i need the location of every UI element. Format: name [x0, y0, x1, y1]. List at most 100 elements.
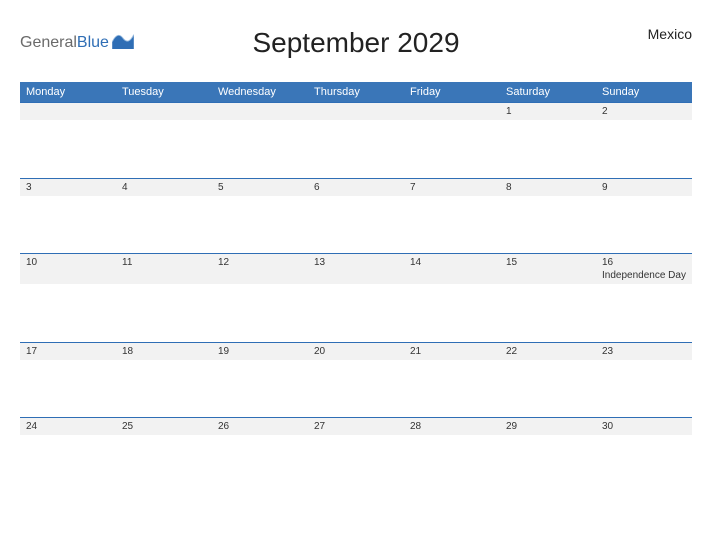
calendar-day-cell: 20	[308, 342, 404, 360]
spacer-cell	[596, 435, 692, 479]
calendar-day-cell: 21	[404, 342, 500, 360]
spacer-cell	[116, 360, 212, 418]
spacer-cell	[212, 435, 308, 479]
brand-part2: Blue	[77, 34, 109, 52]
country-label: Mexico	[648, 26, 692, 42]
calendar-day-cell: 4	[116, 178, 212, 196]
calendar-day-cell: 17	[20, 342, 116, 360]
spacer-cell	[404, 120, 500, 178]
day-number: 9	[602, 182, 686, 193]
day-number: 28	[410, 421, 494, 432]
calendar-day-cell	[20, 103, 116, 121]
calendar-day-cell: 24	[20, 418, 116, 436]
spacer-cell	[500, 120, 596, 178]
calendar-day-cell	[212, 103, 308, 121]
logo-swoosh-icon	[112, 31, 134, 49]
page-title: September 2029	[252, 27, 459, 59]
calendar-day-cell: 5	[212, 178, 308, 196]
calendar-week-row: 12	[20, 103, 692, 121]
day-number: 7	[410, 182, 494, 193]
weekday-header: Sunday	[596, 82, 692, 103]
calendar-day-cell: 22	[500, 342, 596, 360]
day-number: 12	[218, 257, 302, 268]
day-number: 8	[506, 182, 590, 193]
calendar-day-cell: 2	[596, 103, 692, 121]
spacer-cell	[596, 284, 692, 342]
calendar-day-cell: 8	[500, 178, 596, 196]
weekday-header: Monday	[20, 82, 116, 103]
weekday-header: Tuesday	[116, 82, 212, 103]
day-number: 19	[218, 346, 302, 357]
spacer-cell	[20, 360, 116, 418]
calendar-day-cell: 7	[404, 178, 500, 196]
day-number: 20	[314, 346, 398, 357]
day-number: 3	[26, 182, 110, 193]
calendar-day-cell: 15	[500, 254, 596, 285]
day-number: 1	[506, 106, 590, 117]
calendar-day-cell: 19	[212, 342, 308, 360]
calendar-day-cell	[116, 103, 212, 121]
spacer-cell	[308, 284, 404, 342]
calendar-day-cell: 3	[20, 178, 116, 196]
spacer-cell	[20, 120, 116, 178]
spacer-cell	[20, 284, 116, 342]
calendar-spacer-row	[20, 120, 692, 178]
day-number: 25	[122, 421, 206, 432]
day-number: 23	[602, 346, 686, 357]
brand-part1: General	[20, 34, 77, 52]
day-number: 30	[602, 421, 686, 432]
calendar-day-cell: 29	[500, 418, 596, 436]
calendar-spacer-row	[20, 435, 692, 479]
spacer-cell	[404, 196, 500, 254]
day-number: 11	[122, 257, 206, 268]
calendar-day-cell: 28	[404, 418, 500, 436]
calendar-day-cell: 18	[116, 342, 212, 360]
day-number: 21	[410, 346, 494, 357]
spacer-cell	[596, 196, 692, 254]
weekday-header: Wednesday	[212, 82, 308, 103]
spacer-cell	[212, 284, 308, 342]
calendar-week-row: 17 18 19 20 21 22 23	[20, 342, 692, 360]
spacer-cell	[20, 435, 116, 479]
spacer-cell	[116, 120, 212, 178]
day-number: 6	[314, 182, 398, 193]
day-number: 26	[218, 421, 302, 432]
day-number: 5	[218, 182, 302, 193]
calendar-spacer-row	[20, 196, 692, 254]
day-number: 17	[26, 346, 110, 357]
spacer-cell	[212, 120, 308, 178]
calendar-spacer-row	[20, 284, 692, 342]
spacer-cell	[308, 120, 404, 178]
header: GeneralBlue September 2029 Mexico	[20, 18, 692, 68]
spacer-cell	[596, 360, 692, 418]
day-number: 15	[506, 257, 590, 268]
spacer-cell	[500, 435, 596, 479]
spacer-cell	[308, 360, 404, 418]
spacer-cell	[116, 435, 212, 479]
spacer-cell	[116, 284, 212, 342]
day-number: 22	[506, 346, 590, 357]
day-number: 4	[122, 182, 206, 193]
calendar-day-cell	[308, 103, 404, 121]
spacer-cell	[20, 196, 116, 254]
weekday-header-row: Monday Tuesday Wednesday Thursday Friday…	[20, 82, 692, 103]
spacer-cell	[404, 360, 500, 418]
day-number: 16	[602, 257, 686, 268]
day-number: 18	[122, 346, 206, 357]
day-number: 2	[602, 106, 686, 117]
spacer-cell	[212, 360, 308, 418]
calendar-day-cell	[404, 103, 500, 121]
spacer-cell	[404, 284, 500, 342]
calendar-week-row: 3 4 5 6 7 8 9	[20, 178, 692, 196]
spacer-cell	[500, 196, 596, 254]
day-number: 29	[506, 421, 590, 432]
calendar-week-row: 24252627282930	[20, 418, 692, 436]
day-number: 14	[410, 257, 494, 268]
spacer-cell	[500, 284, 596, 342]
calendar-day-cell: 1	[500, 103, 596, 121]
calendar-day-cell: 6	[308, 178, 404, 196]
weekday-header: Friday	[404, 82, 500, 103]
calendar-day-cell: 23	[596, 342, 692, 360]
spacer-cell	[308, 196, 404, 254]
calendar-day-cell: 14	[404, 254, 500, 285]
